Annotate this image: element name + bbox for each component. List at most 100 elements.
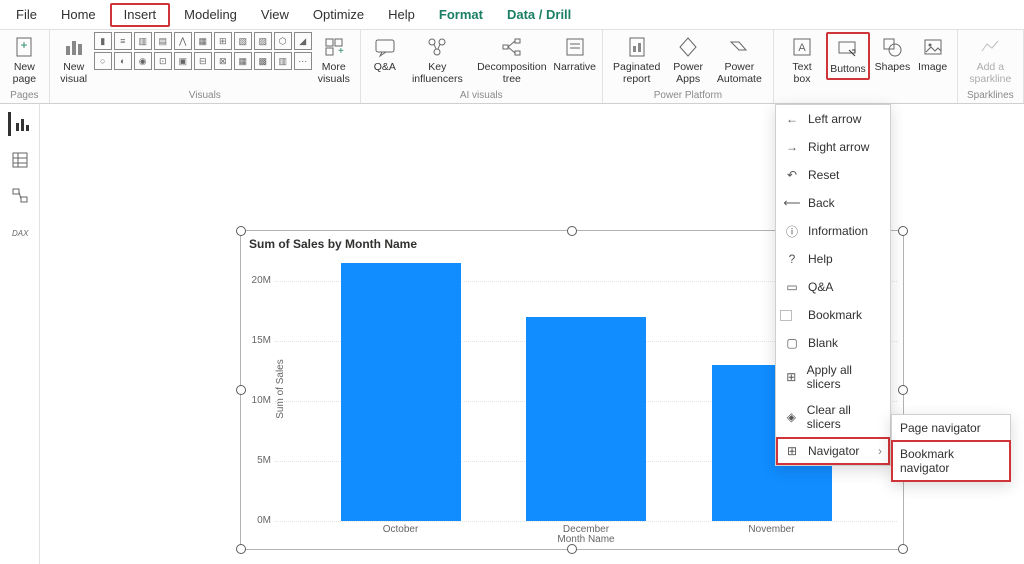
tab-home[interactable]: Home [49, 0, 108, 30]
menu-item-bookmark[interactable]: ⃞Bookmark [776, 301, 890, 329]
label: Power Apps [671, 62, 706, 85]
menu-item-left-arrow[interactable]: ←Left arrow [776, 105, 890, 133]
menu-item-navigator[interactable]: ⊞Navigator› [776, 437, 890, 465]
visual-type[interactable]: ▦ [194, 32, 212, 50]
tab-insert[interactable]: Insert [110, 3, 171, 27]
menu-item-blank[interactable]: ▢Blank [776, 329, 890, 357]
ribbon: + New page Pages New visual ▮≡▥▤⋀▦⊞▧▨⬡◢ … [0, 30, 1024, 104]
decomposition-tree-button[interactable]: Decomposition tree [472, 32, 552, 87]
new-visual-label: New visual [60, 62, 88, 85]
tab-file[interactable]: File [4, 0, 49, 30]
menu-item-reset[interactable]: ↶ Reset [776, 161, 890, 189]
power-apps-button[interactable]: Power Apps [667, 32, 710, 87]
y-tick: 15M [245, 335, 271, 346]
y-tick: 0M [245, 515, 271, 526]
visual-type[interactable]: ⊞ [214, 32, 232, 50]
bar[interactable] [526, 317, 646, 521]
label: Decomposition tree [476, 62, 548, 85]
image-icon [920, 34, 946, 60]
visual-type[interactable]: ⊠ [214, 52, 232, 70]
visual-type[interactable]: ▩ [254, 52, 272, 70]
tab-optimize[interactable]: Optimize [301, 0, 376, 30]
x-axis-label: Month Name [557, 534, 614, 545]
menu-label: Reset [808, 168, 839, 182]
menu-icon: ◈ [784, 409, 799, 425]
bar[interactable] [341, 263, 461, 521]
report-view-button[interactable] [8, 112, 32, 136]
label: Image [918, 62, 947, 74]
visual-type[interactable]: ⬡ [274, 32, 292, 50]
visual-type[interactable]: ◉ [134, 52, 152, 70]
paginated-icon [624, 34, 650, 60]
visual-type[interactable]: ▮ [94, 32, 112, 50]
visual-type[interactable]: ▨ [254, 32, 272, 50]
tab-help[interactable]: Help [376, 0, 427, 30]
new-visual-button[interactable]: New visual [56, 32, 92, 87]
page-navigator-item[interactable]: Page navigator [892, 415, 1010, 441]
visual-gallery: ▮≡▥▤⋀▦⊞▧▨⬡◢ ○◐◉⊡▣⊟⊠▦▩▥⋯ [94, 32, 312, 70]
tab-modeling[interactable]: Modeling [172, 0, 249, 30]
tab-data-drill[interactable]: Data / Drill [495, 0, 583, 30]
group-label: Pages [10, 90, 38, 103]
label: Key influencers [409, 62, 466, 85]
data-view-button[interactable] [8, 148, 32, 172]
menu-icon: ⊞ [784, 443, 800, 459]
menu-tabs: File Home Insert Modeling View Optimize … [0, 0, 1024, 30]
tab-format[interactable]: Format [427, 0, 495, 30]
tab-view[interactable]: View [249, 0, 301, 30]
model-view-button[interactable] [8, 184, 32, 208]
menu-icon: ? [784, 251, 800, 267]
visual-type[interactable]: ≡ [114, 32, 132, 50]
x-category: December [563, 524, 609, 535]
paginated-report-button[interactable]: Paginated report [609, 32, 665, 87]
qa-button[interactable]: Q&A [367, 32, 403, 76]
bookmark-navigator-item[interactable]: Bookmark navigator [892, 441, 1010, 481]
visual-type[interactable]: ⊟ [194, 52, 212, 70]
visual-type[interactable]: ▦ [234, 52, 252, 70]
menu-label: Bookmark [808, 308, 862, 322]
group-ai-visuals: Q&A Key influencers Decomposition tree N… [361, 30, 603, 103]
key-influencers-button[interactable]: Key influencers [405, 32, 470, 87]
visual-type[interactable]: ▤ [154, 32, 172, 50]
new-page-label: New page [10, 62, 39, 85]
menu-icon: ⟵ [784, 195, 800, 211]
buttons-icon [835, 36, 861, 62]
visual-type[interactable]: ○ [94, 52, 112, 70]
buttons-button[interactable]: Buttons [826, 32, 870, 80]
svg-text:DAX: DAX [12, 229, 29, 238]
visual-type[interactable]: ◢ [294, 32, 312, 50]
menu-item-right-arrow[interactable]: →Right arrow [776, 133, 890, 161]
menu-item-help[interactable]: ?Help [776, 245, 890, 273]
group-label: AI visuals [460, 90, 503, 103]
menu-item-apply-all-slicers[interactable]: ⊞Apply all slicers [776, 357, 890, 397]
dt-icon [499, 34, 525, 60]
menu-icon: ← [784, 111, 800, 127]
visual-type[interactable]: ▣ [174, 52, 192, 70]
power-automate-button[interactable]: Power Automate [711, 32, 767, 87]
text-box-button[interactable]: AText box [780, 32, 824, 87]
image-button[interactable]: Image [915, 32, 951, 76]
visual-type[interactable]: ▥ [274, 52, 292, 70]
menu-icon: ⓘ [784, 223, 800, 239]
menu-item-information[interactable]: ⓘInformation [776, 217, 890, 245]
y-tick: 10M [245, 395, 271, 406]
menu-label: Right arrow [808, 140, 869, 154]
new-page-button[interactable]: + New page [6, 32, 43, 87]
narrative-button[interactable]: Narrative [554, 32, 596, 76]
dax-view-button[interactable]: DAX [8, 220, 32, 244]
chart-icon [61, 34, 87, 60]
visual-type[interactable]: ⋀ [174, 32, 192, 50]
more-visuals-button[interactable]: + More visuals [314, 32, 354, 87]
visual-type[interactable]: ▧ [234, 32, 252, 50]
visual-type[interactable]: ⊡ [154, 52, 172, 70]
menu-item-q&a[interactable]: ▭Q&A [776, 273, 890, 301]
visual-type[interactable]: ⋯ [294, 52, 312, 70]
menu-item-back[interactable]: ⟵Back [776, 189, 890, 217]
menu-icon: ↶ [784, 167, 800, 183]
menu-item-clear-all-slicers[interactable]: ◈Clear all slicers [776, 397, 890, 437]
sparkline-icon [977, 34, 1003, 60]
y-tick: 5M [245, 455, 271, 466]
visual-type[interactable]: ▥ [134, 32, 152, 50]
shapes-button[interactable]: Shapes [872, 32, 912, 76]
visual-type[interactable]: ◐ [114, 52, 132, 70]
